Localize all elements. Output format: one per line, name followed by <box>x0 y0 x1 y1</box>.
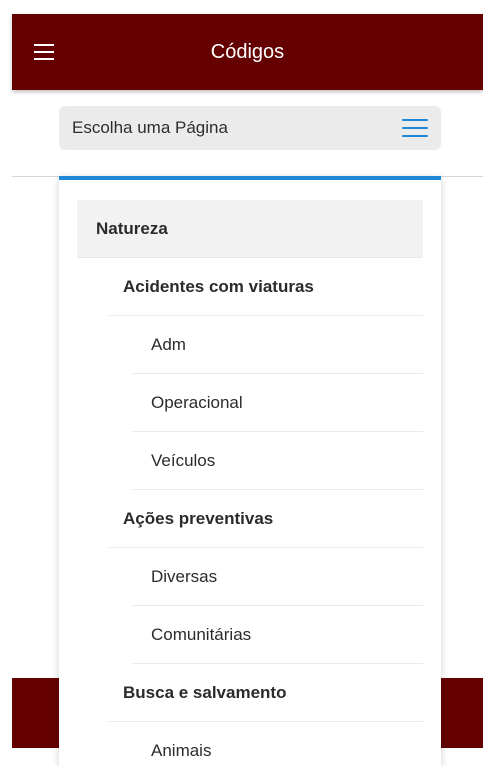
option-natureza[interactable]: Natureza <box>77 200 423 258</box>
option-animais[interactable]: Animais <box>77 722 423 766</box>
dropdown-options: Natureza Acidentes com viaturas Adm Oper… <box>77 200 423 766</box>
page-title: Códigos <box>210 41 285 63</box>
option-operacional[interactable]: Operacional <box>77 374 423 432</box>
app-header: Códigos <box>12 14 483 90</box>
page-dropdown-list: Natureza Acidentes com viaturas Adm Oper… <box>59 176 441 766</box>
option-diversas[interactable]: Diversas <box>77 548 423 606</box>
option-busca-e-salvamento[interactable]: Busca e salvamento <box>77 664 423 722</box>
option-veiculos[interactable]: Veículos <box>77 432 423 490</box>
list-menu-icon <box>402 117 428 139</box>
page-select-label: Escolha uma Página <box>72 118 228 137</box>
option-adm[interactable]: Adm <box>77 316 423 374</box>
option-acoes-preventivas[interactable]: Ações preventivas <box>77 490 423 548</box>
option-acidentes-com-viaturas[interactable]: Acidentes com viaturas <box>77 258 423 316</box>
page-select[interactable]: Escolha uma Página <box>59 106 441 150</box>
option-comunitarias[interactable]: Comunitárias <box>77 606 423 664</box>
